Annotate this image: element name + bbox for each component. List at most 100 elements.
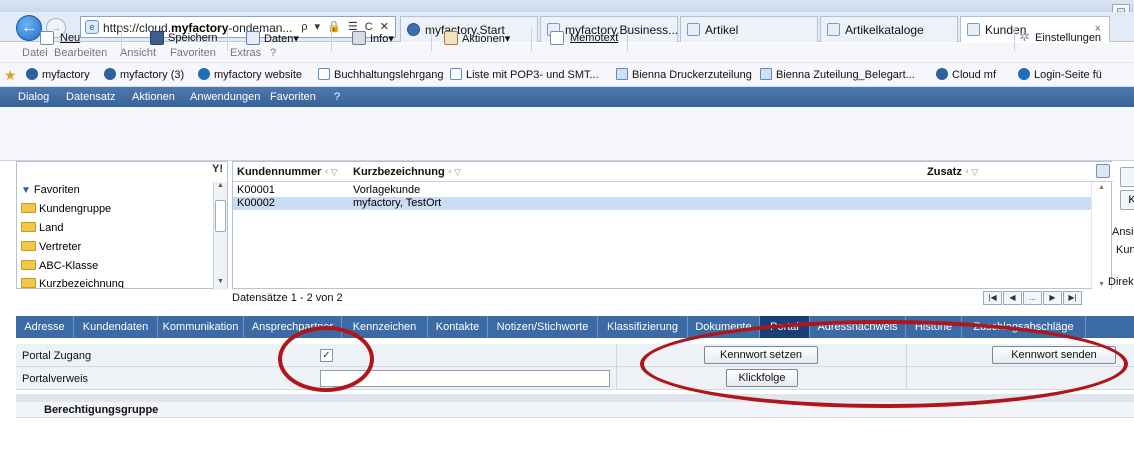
fav-myfactory-website[interactable]: myfactory website: [198, 68, 302, 81]
fav-buchhaltungslehrgang[interactable]: Buchhaltungslehrgang: [318, 68, 443, 81]
tree-item-abc-klasse[interactable]: ABC-Klasse: [21, 260, 98, 272]
scroll-down-icon[interactable]: ▼: [214, 278, 227, 290]
memo-icon: [550, 31, 564, 45]
column-divider: [616, 367, 617, 390]
tree-item-land[interactable]: Land: [21, 222, 63, 234]
tree-item-kurzbezeichnung[interactable]: Kurzbezeichnung: [21, 278, 124, 288]
printer-icon: [352, 31, 366, 45]
portal-link-label: Portalverweis: [22, 373, 89, 385]
scroll-up-icon[interactable]: ▲: [1098, 184, 1105, 191]
folder-icon: [21, 278, 36, 288]
website-icon: [198, 68, 210, 80]
app-menu-anwendungen[interactable]: Anwendungen: [190, 91, 260, 103]
grid-header: Kundennummer ⁴ ▽ Kurzbezeichnung ⁴ ▽ Zus…: [233, 162, 1113, 182]
customer-grid: Kundennummer ⁴ ▽ Kurzbezeichnung ⁴ ▽ Zus…: [232, 161, 1113, 290]
next-page-button[interactable]: ▶: [1043, 291, 1062, 305]
ie-page-icon: [827, 23, 840, 36]
fav-myfactory-3[interactable]: myfactory (3): [104, 68, 184, 81]
actions-menu-button[interactable]: Aktionen▾: [432, 27, 532, 51]
tree-scrollbar[interactable]: ▲ ▼: [213, 182, 227, 290]
col-kundennummer[interactable]: Kundennummer ⁴ ▽: [237, 166, 338, 178]
app-menu-datensatz[interactable]: Datensatz: [66, 91, 116, 103]
app-menu-help[interactable]: ?: [334, 91, 340, 103]
app-menu-favoriten[interactable]: Favoriten: [270, 91, 316, 103]
browser-window: ▭ ← → e https://cloud.myfactory-ondeman.…: [0, 0, 1134, 461]
right-panel-button-k[interactable]: K: [1120, 190, 1134, 210]
myfactory-icon: [104, 68, 116, 80]
filter-icon[interactable]: Y!: [212, 163, 223, 175]
scroll-thumb[interactable]: [215, 200, 226, 232]
column-divider: [616, 344, 617, 367]
fav-login-seite[interactable]: Login-Seite fü: [1018, 68, 1102, 81]
right-panel-kund-value[interactable]: Kund: [1116, 244, 1134, 256]
annotation-circle-buttons: [640, 320, 1128, 408]
tab-notizen[interactable]: Notizen/Stichworte: [488, 316, 598, 338]
app-menu-aktionen[interactable]: Aktionen: [132, 91, 175, 103]
table-row-selected[interactable]: K00002 myfactory, TestOrt: [233, 197, 1091, 210]
favorites-bar: ★ myfactory myfactory (3) myfactory webs…: [0, 63, 1134, 87]
app-menu-dialog[interactable]: Dialog: [18, 91, 49, 103]
scroll-up-icon[interactable]: ▲: [214, 182, 227, 194]
fav-bienna-zuteilung[interactable]: Bienna Zuteilung_Belegart...: [760, 68, 915, 81]
portal-access-label: Portal Zugang: [22, 350, 92, 362]
tab-artikelkataloge[interactable]: Artikelkataloge: [820, 16, 958, 42]
right-panel-ansicht-label: Ansic: [1112, 226, 1134, 238]
right-panel-button-1[interactable]: [1120, 167, 1134, 187]
fav-bienna-drucker[interactable]: Bienna Druckerzuteilung: [616, 68, 752, 81]
filter-tree: Y! ▼ Favoriten Kundengruppe Land Vertrete…: [16, 161, 228, 290]
folder-icon: [21, 222, 36, 232]
settings-icon: ✲: [1019, 29, 1030, 44]
tree-item-kundengruppe[interactable]: Kundengruppe: [21, 203, 111, 215]
grid-scrollbar[interactable]: ▲ ▼: [1091, 182, 1111, 290]
ie-page-icon: [450, 68, 462, 80]
ie-page-icon: [687, 23, 700, 36]
tab-kommunikation[interactable]: Kommunikation: [158, 316, 244, 338]
website-icon: [1018, 68, 1030, 80]
tab-kundendaten[interactable]: Kundendaten: [74, 316, 158, 338]
scroll-down-icon[interactable]: ▼: [1098, 281, 1105, 288]
page-icon: [616, 68, 628, 80]
memo-button[interactable]: Memotext: [532, 27, 628, 51]
settings-button[interactable]: ✲ Einstellungen: [1014, 27, 1110, 51]
save-button[interactable]: Speichern: [122, 27, 228, 51]
page-select-button[interactable]: ...: [1023, 291, 1042, 305]
prev-page-button[interactable]: ◀: [1003, 291, 1022, 305]
app-menu-bar: Dialog Datensatz Aktionen Anwendungen Fa…: [0, 87, 1134, 107]
last-page-button[interactable]: ▶|: [1063, 291, 1082, 305]
folder-icon: [21, 241, 36, 251]
tree-item-favoriten[interactable]: ▼ Favoriten: [21, 184, 80, 196]
col-kurzbezeichnung[interactable]: Kurzbezeichnung ⁴ ▽: [353, 166, 461, 178]
new-button[interactable]: Neu: [16, 27, 122, 51]
fav-myfactory[interactable]: myfactory: [26, 68, 90, 81]
annotation-circle-checkbox: [278, 326, 374, 392]
tab-kontakte[interactable]: Kontakte: [428, 316, 488, 338]
first-page-button[interactable]: |◀: [983, 291, 1002, 305]
fav-liste-pop3[interactable]: Liste mit POP3- und SMT...: [450, 68, 599, 81]
title-strip: [0, 0, 1134, 12]
record-count: Datensätze 1 - 2 von 2: [232, 292, 343, 304]
tree-item-vertreter[interactable]: Vertreter: [21, 241, 81, 253]
save-disk-icon: [150, 31, 164, 45]
pager: |◀ ◀... ▶ ▶|: [983, 291, 1083, 305]
ie-page-icon: [318, 68, 330, 80]
tab-artikel[interactable]: Artikel: [680, 16, 818, 42]
ie-page-icon: [967, 23, 980, 36]
fav-cloud-mf[interactable]: Cloud mf: [936, 68, 996, 81]
folder-icon: [21, 260, 36, 270]
tab-adresse[interactable]: Adresse: [16, 316, 74, 338]
tab-klassifizierung[interactable]: Klassifizierung: [598, 316, 688, 338]
actions-icon: [444, 31, 458, 45]
grid-settings-icon[interactable]: [1096, 164, 1110, 178]
right-panel-direkt-label: Direkt: [1108, 276, 1134, 288]
new-document-icon: [40, 31, 54, 45]
toolbar: [0, 107, 1134, 161]
table-icon: [246, 31, 260, 45]
page-icon: [760, 68, 772, 80]
favorites-star-icon[interactable]: ★: [4, 67, 17, 84]
funnel-icon: ▼: [21, 185, 31, 196]
myfactory-icon: [26, 68, 38, 80]
col-zusatz[interactable]: Zusatz ⁴ ▽: [927, 166, 978, 178]
table-row[interactable]: K00001 Vorlagekunde: [233, 184, 1091, 197]
data-menu-button[interactable]: Daten▾: [228, 27, 332, 51]
info-menu-button[interactable]: Info▾: [332, 27, 432, 51]
